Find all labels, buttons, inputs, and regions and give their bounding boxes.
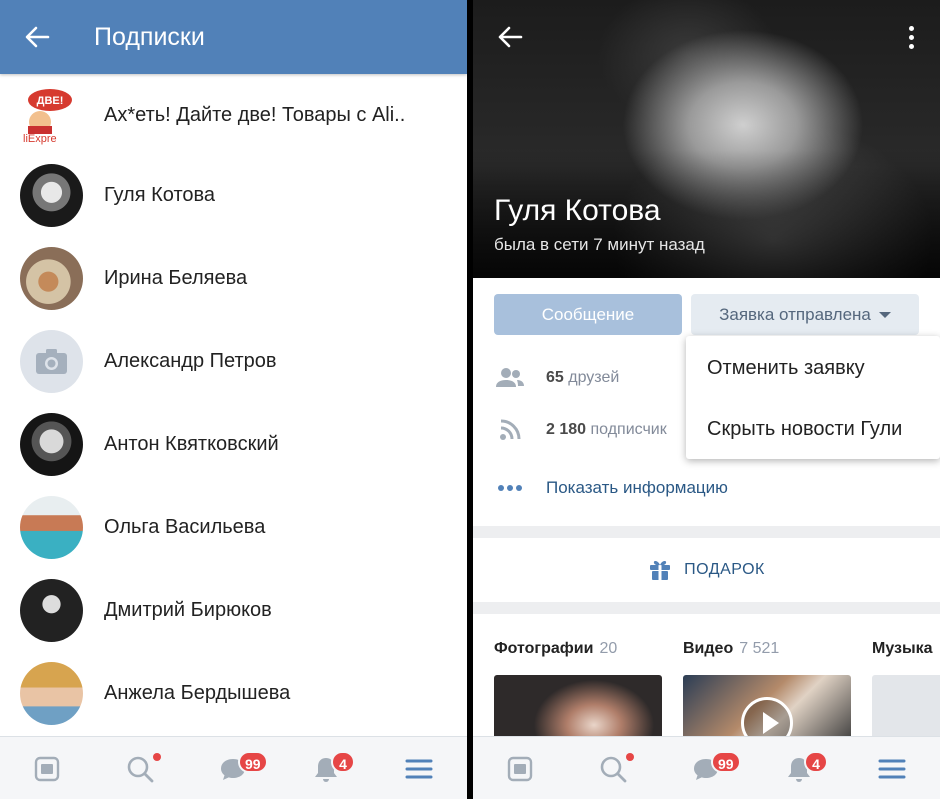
list-item-name: Дмитрий Бирюков [104, 599, 272, 621]
list-item[interactable]: Ольга Васильева [0, 486, 467, 569]
messages-badge: 99 [711, 751, 741, 773]
more-horizontal-icon [495, 473, 525, 503]
request-dropdown-menu: Отменить заявку Скрыть новости Гули [686, 336, 940, 459]
search-dot-indicator [153, 753, 161, 761]
list-item[interactable]: Ирина Беляева [0, 237, 467, 320]
show-info-row[interactable]: Показать информацию [473, 468, 940, 508]
avatar [20, 496, 83, 559]
list-item-name: Анжела Бердышева [104, 682, 291, 704]
search-icon [600, 756, 627, 782]
list-item[interactable]: Гуля Котова [0, 154, 467, 237]
top-bar: Подписки [0, 0, 467, 74]
avatar [20, 247, 83, 310]
search-icon [127, 756, 154, 782]
list-item-name: Ольга Васильева [104, 516, 266, 538]
rss-icon [495, 415, 525, 445]
back-button[interactable] [22, 22, 52, 52]
request-sent-label: Заявка отправлена [719, 304, 871, 324]
list-item[interactable]: ДВЕ! liExpre Ах*еть! Дайте две! Товары с… [0, 74, 467, 157]
cancel-request-menu-item[interactable]: Отменить заявку [686, 338, 940, 398]
arrow-left-icon [498, 26, 523, 48]
notifications-badge: 4 [804, 751, 828, 773]
svg-text:ДВЕ!: ДВЕ! [37, 95, 64, 107]
list-item-name: Ах*еть! Дайте две! Товары с Ali.. [104, 104, 406, 126]
video-thumbnail[interactable] [683, 675, 851, 745]
nav-menu[interactable] [384, 737, 454, 799]
nav-news[interactable] [12, 737, 82, 799]
camera-icon [36, 349, 67, 374]
avatar [20, 164, 83, 227]
page-title: Подписки [94, 23, 205, 51]
back-button[interactable] [495, 22, 525, 52]
friends-count: 65 друзей [546, 369, 620, 386]
notifications-badge: 4 [331, 751, 355, 773]
news-icon [34, 756, 60, 781]
avatar: ДВЕ! liExpre [20, 84, 83, 147]
gift-icon [650, 560, 671, 580]
followers-count: 2 180 подписчик [546, 421, 667, 438]
list-item-name: Ирина Беляева [104, 267, 248, 289]
profile-name: Гуля Котова [494, 194, 661, 227]
profile-screen: Гуля Котова была в сети 7 минут назад Со… [473, 0, 940, 799]
list-item[interactable]: Дмитрий Бирюков [0, 569, 467, 652]
nav-search[interactable] [105, 737, 175, 799]
photos-header[interactable]: Фотографии 20 [494, 640, 617, 658]
arrow-left-icon [25, 26, 50, 48]
avatar [20, 330, 83, 393]
list-item-name: Антон Квятковский [104, 433, 279, 455]
search-dot-indicator [626, 753, 634, 761]
menu-icon [878, 759, 906, 778]
request-sent-button[interactable]: Заявка отправлена [691, 294, 919, 335]
videos-header[interactable]: Видео 7 521 [683, 640, 779, 658]
list-item-name: Гуля Котова [104, 184, 216, 206]
avatar [20, 579, 83, 642]
nav-messages[interactable]: 99 [671, 737, 741, 799]
menu-icon [405, 759, 433, 778]
gift-button[interactable]: ПОДАРОК [473, 538, 940, 602]
list-item[interactable]: Антон Квятковский [0, 403, 467, 486]
list-item-name: Александр Петров [104, 350, 277, 372]
hide-news-menu-item[interactable]: Скрыть новости Гули [686, 399, 940, 459]
bottom-nav: 99 4 [473, 736, 940, 799]
caret-down-icon [878, 311, 891, 318]
message-button[interactable]: Сообщение [494, 294, 682, 335]
more-options-button[interactable] [898, 22, 924, 52]
messages-badge: 99 [238, 751, 268, 773]
nav-messages[interactable]: 99 [198, 737, 268, 799]
friends-icon [495, 363, 525, 393]
bottom-nav: 99 4 [0, 736, 467, 799]
subscriptions-screen: Подписки ДВЕ! liExpre Ах*еть! Дайте две!… [0, 0, 467, 799]
svg-text:liExpre: liExpre [23, 133, 57, 145]
more-vertical-icon [908, 25, 914, 31]
list-item[interactable]: Анжела Бердышева [0, 652, 467, 735]
online-status: была в сети 7 минут назад [494, 235, 705, 254]
list-item[interactable]: Александр Петров [0, 320, 467, 403]
avatar [20, 662, 83, 725]
news-icon [507, 756, 533, 781]
nav-search[interactable] [578, 737, 648, 799]
gift-label: ПОДАРОК [684, 561, 765, 578]
music-header[interactable]: Музыка [872, 640, 933, 658]
nav-notifications[interactable]: 4 [291, 737, 361, 799]
avatar [20, 413, 83, 476]
media-section: Фотографии 20 Видео 7 521 Музыка [473, 614, 940, 745]
aliexpress-logo-icon: ДВЕ! liExpre [23, 89, 72, 145]
profile-cover-photo[interactable]: Гуля Котова была в сети 7 минут назад [473, 0, 940, 278]
music-thumbnail[interactable] [872, 675, 940, 745]
nav-notifications[interactable]: 4 [764, 737, 834, 799]
nav-menu[interactable] [857, 737, 927, 799]
photo-thumbnail[interactable] [494, 675, 662, 745]
show-info-link[interactable]: Показать информацию [546, 478, 728, 498]
nav-news[interactable] [485, 737, 555, 799]
